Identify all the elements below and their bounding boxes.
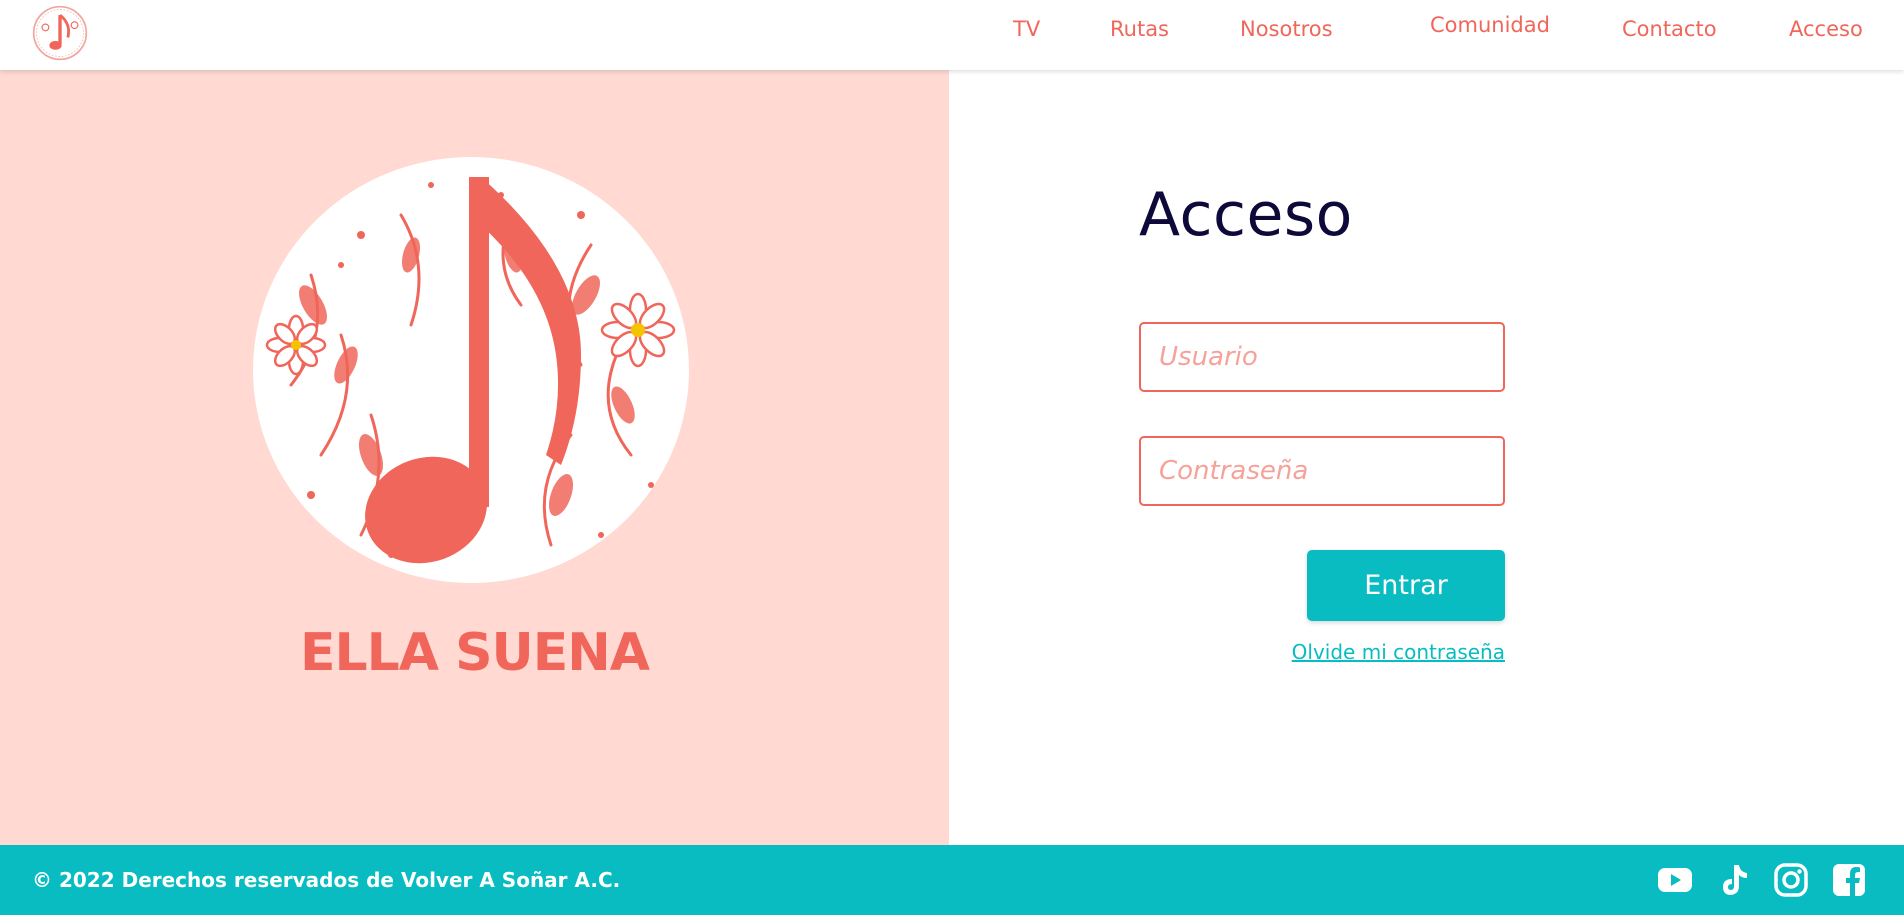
login-title: Acceso xyxy=(1139,180,1353,250)
music-note-floral-circle-logo xyxy=(253,157,689,583)
music-note-flower-logo-icon[interactable] xyxy=(32,5,88,61)
copyright-text: © 2022 Derechos reservados de Volver A S… xyxy=(32,868,621,892)
nav-link-contacto[interactable]: Contacto xyxy=(1622,17,1717,41)
instagram-icon[interactable] xyxy=(1773,862,1809,898)
facebook-icon[interactable] xyxy=(1831,862,1867,898)
brand-panel: ELLA SUENA xyxy=(0,70,949,845)
youtube-icon[interactable] xyxy=(1657,862,1693,898)
nav-link-tv[interactable]: TV xyxy=(1013,17,1040,41)
login-submit-button[interactable]: Entrar xyxy=(1307,550,1505,621)
brand-name: ELLA SUENA xyxy=(299,623,650,683)
top-navbar: TV Rutas Nosotros Comunidad Contacto Acc… xyxy=(0,0,1904,70)
nav-link-rutas[interactable]: Rutas xyxy=(1110,17,1169,41)
nav-link-nosotros[interactable]: Nosotros xyxy=(1240,17,1333,41)
forgot-password-link[interactable]: Olvide mi contraseña xyxy=(1275,640,1505,664)
username-field[interactable] xyxy=(1139,322,1505,392)
login-panel: Acceso Entrar Olvide mi contraseña xyxy=(949,70,1904,845)
tiktok-icon[interactable] xyxy=(1715,862,1751,898)
nav-link-acceso[interactable]: Acceso xyxy=(1789,17,1863,41)
footer: © 2022 Derechos reservados de Volver A S… xyxy=(0,845,1904,915)
nav-link-comunidad[interactable]: Comunidad xyxy=(1430,13,1550,37)
password-field[interactable] xyxy=(1139,436,1505,506)
